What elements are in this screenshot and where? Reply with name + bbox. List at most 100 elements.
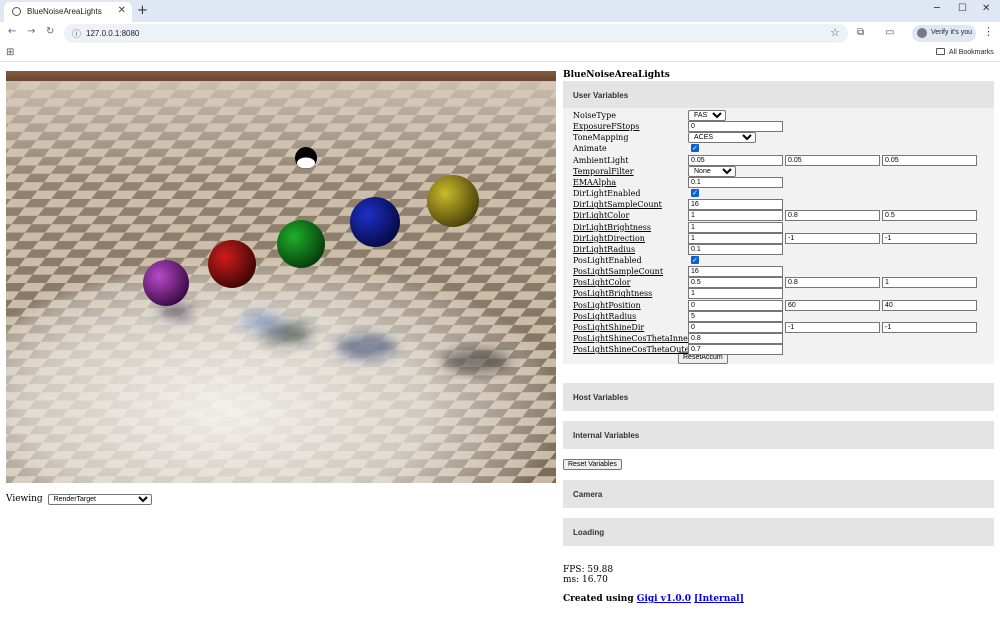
verify-button[interactable]: Verify it's you — [912, 25, 976, 42]
variable-input[interactable]: 0.1 — [688, 243, 783, 255]
white-sphere — [295, 147, 317, 169]
variable-input[interactable]: -1 — [785, 321, 880, 333]
created-prefix: Created using — [563, 594, 637, 604]
variable-input[interactable]: 0 — [688, 299, 783, 311]
gigi-link[interactable]: Gigi v1.0.0 — [637, 594, 691, 604]
variable-select[interactable]: None — [688, 165, 736, 177]
variable-row: PosLightBrightness 1 — [573, 288, 993, 300]
camera-label: Camera — [573, 490, 603, 499]
variable-label: PosLightColor — [573, 278, 631, 288]
variable-input[interactable]: 0.5 — [688, 277, 783, 289]
variable-input[interactable]: 1 — [688, 232, 783, 244]
variable-row: DirLightColor 1 0.8 0.5 — [573, 210, 993, 222]
variable-input[interactable]: 1 — [882, 277, 977, 289]
variable-input[interactable]: 0 — [688, 121, 783, 133]
internal-link[interactable]: [Internal] — [694, 594, 744, 604]
variable-row: PosLightRadius 5 — [573, 310, 993, 322]
variable-select[interactable]: ACES — [688, 132, 756, 144]
variable-input[interactable]: 0.05 — [688, 154, 783, 166]
variable-input[interactable]: 0 — [688, 321, 783, 333]
variable-input[interactable]: 5 — [688, 310, 783, 322]
variable-label: DirLightRadius — [573, 244, 636, 254]
all-bookmarks-label: All Bookmarks — [949, 49, 994, 56]
internal-variables-header[interactable]: Internal Variables — [563, 421, 994, 449]
variable-select[interactable]: FAST IS — [688, 110, 726, 121]
variable-input[interactable]: 1 — [688, 221, 783, 233]
site-info-icon[interactable]: ⓘ — [72, 27, 81, 40]
variable-input[interactable]: 60 — [785, 299, 880, 311]
bookmark-star-icon[interactable]: ☆ — [830, 26, 840, 39]
variable-input[interactable]: 40 — [882, 299, 977, 311]
browser-tab-strip: BlueNoiseAreaLights ✕ + ─ ☐ ✕ — [0, 0, 1000, 22]
maximize-icon[interactable]: ☐ — [958, 3, 967, 14]
extensions-icon[interactable]: ⧉ — [857, 27, 864, 38]
user-variables-header[interactable]: User Variables — [563, 81, 994, 109]
address-bar[interactable]: ⓘ 127.0.0.1:8080 ☆ — [64, 24, 848, 43]
variable-row: PosLightEnabled ✓ — [573, 255, 993, 266]
variable-row: Animate ✓ — [573, 143, 993, 154]
variable-input[interactable]: 0.8 — [688, 333, 783, 344]
variable-row: DirLightBrightness 1 — [573, 221, 993, 233]
variable-row: DirLightRadius 0.1 — [573, 243, 993, 255]
variable-label: PosLightShineCosThetaOuter — [573, 345, 694, 355]
variable-input[interactable]: 0.05 — [882, 154, 977, 166]
loading-label: Loading — [573, 528, 605, 537]
globe-icon — [12, 7, 21, 16]
variable-checkbox[interactable]: ✓ — [691, 189, 699, 198]
variable-input[interactable]: 0.1 — [688, 176, 783, 188]
variable-input[interactable]: -1 — [882, 232, 977, 244]
variable-row: PosLightShineCosThetaInner 0.8 — [573, 333, 993, 344]
variable-row: PosLightColor 0.5 0.8 1 — [573, 277, 993, 289]
variable-row: EMAAlpha 0.1 — [573, 176, 993, 188]
cast-icon[interactable]: ▭ — [885, 27, 894, 38]
variable-label: DirLightColor — [573, 211, 630, 221]
variable-label: Animate — [573, 144, 607, 154]
variable-input[interactable]: -1 — [785, 232, 880, 244]
reload-icon[interactable]: ↻ — [46, 26, 54, 37]
viewing-select[interactable]: RenderTarget — [47, 494, 152, 505]
variable-label: PosLightShineDir — [573, 322, 645, 332]
viewing-control: Viewing RenderTarget — [6, 494, 152, 505]
variable-label: AmbientLight — [573, 155, 629, 165]
variable-row: PosLightShineDir 0 -1 -1 — [573, 321, 993, 333]
app-title: BlueNoiseAreaLights — [563, 70, 670, 80]
variable-row: PosLightPosition 0 60 40 — [573, 299, 993, 311]
folder-icon — [936, 48, 945, 55]
back-icon[interactable]: ← — [8, 26, 16, 37]
ms-readout: ms: 16.70 — [563, 575, 608, 585]
camera-header[interactable]: Camera — [563, 480, 994, 508]
variable-input[interactable]: 0.5 — [882, 210, 977, 222]
variable-row: AmbientLight 0.05 0.05 0.05 — [573, 154, 993, 166]
red-sphere — [208, 240, 256, 288]
variable-row: TemporalFilter None — [573, 165, 993, 177]
new-tab-icon[interactable]: + — [137, 3, 148, 18]
forward-icon[interactable]: → — [27, 26, 35, 37]
variable-label: PosLightShineCosThetaInner — [573, 334, 692, 343]
variable-input[interactable]: 0.8 — [785, 210, 880, 222]
variable-input[interactable]: 0.05 — [785, 154, 880, 166]
loading-header[interactable]: Loading — [563, 518, 994, 546]
minimize-icon[interactable]: ─ — [934, 3, 940, 14]
tab-title: BlueNoiseAreaLights — [27, 7, 102, 16]
variable-checkbox[interactable]: ✓ — [691, 255, 699, 264]
variable-input[interactable]: -1 — [882, 321, 977, 333]
variable-input[interactable]: 0.8 — [785, 277, 880, 289]
variable-input[interactable]: 0.7 — [688, 344, 783, 356]
variable-row: PosLightShineCosThetaOuter 0.7 — [573, 344, 993, 356]
window-close-icon[interactable]: ✕ — [982, 3, 990, 14]
variable-input[interactable]: 1 — [688, 210, 783, 222]
yellow-sphere — [427, 175, 479, 227]
variable-label: DirLightSampleCount — [573, 200, 662, 210]
menu-kebab-icon[interactable]: ⋮ — [983, 25, 994, 38]
variable-checkbox[interactable]: ✓ — [691, 144, 699, 153]
all-bookmarks-button[interactable]: All Bookmarks — [936, 48, 994, 56]
variable-input[interactable]: 16 — [688, 199, 783, 211]
apps-grid-icon[interactable]: ⊞ — [6, 47, 14, 58]
render-viewport[interactable] — [6, 71, 556, 483]
variable-input[interactable]: 1 — [688, 288, 783, 300]
close-tab-icon[interactable]: ✕ — [118, 5, 126, 16]
variable-input[interactable]: 16 — [688, 266, 783, 278]
host-variables-header[interactable]: Host Variables — [563, 383, 994, 411]
reset-variables-button[interactable]: Reset Variables — [563, 459, 622, 470]
browser-tab[interactable]: BlueNoiseAreaLights ✕ — [4, 2, 132, 22]
